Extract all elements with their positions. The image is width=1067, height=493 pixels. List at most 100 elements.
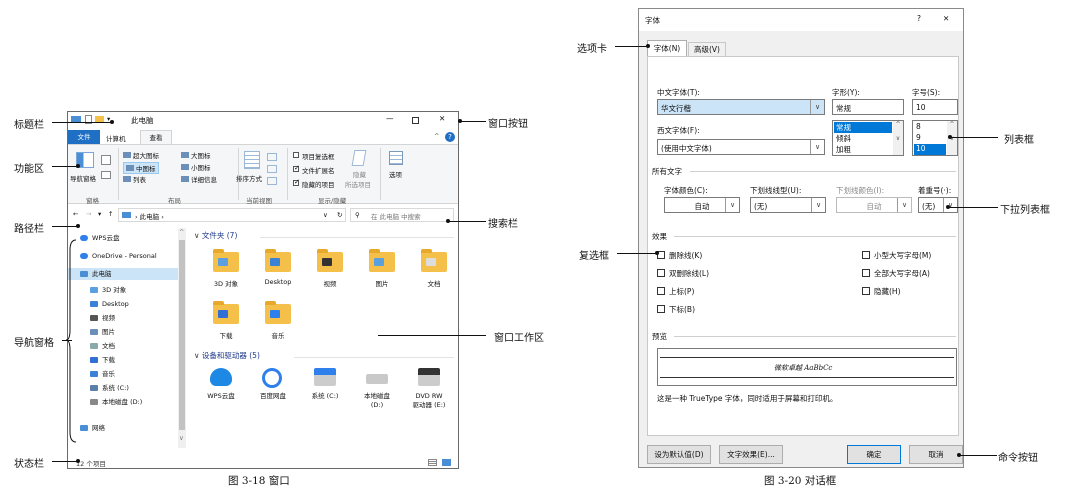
device-item[interactable]: WPS云盘 — [196, 366, 246, 422]
options-label[interactable]: 选项 — [389, 169, 402, 179]
nav-item[interactable]: 本地磁盘 (D:) — [68, 396, 178, 408]
close-button[interactable]: ✕ — [943, 14, 949, 23]
size-option[interactable]: 10 — [914, 144, 946, 155]
cancel-button[interactable]: 取消 — [909, 445, 963, 464]
folder-item[interactable]: Desktop — [256, 246, 300, 294]
west-font-select[interactable]: (使用中文字体) ∨ — [657, 139, 825, 155]
folder-item[interactable]: 视频 — [308, 246, 352, 294]
layout-list[interactable]: 列表 — [123, 174, 146, 184]
style-option[interactable]: 倾斜 — [836, 133, 851, 144]
nav-item[interactable]: Desktop — [68, 298, 178, 310]
nav-item[interactable]: 音乐 — [68, 368, 178, 380]
details-view-icon[interactable] — [428, 459, 437, 466]
recent-icon[interactable]: ▾ — [98, 210, 101, 218]
layout-details[interactable]: 详细信息 — [181, 174, 217, 184]
details-pane-icon[interactable] — [101, 171, 111, 179]
folder-item[interactable]: 下载 — [204, 298, 248, 346]
folder-item[interactable]: 图片 — [360, 246, 404, 294]
style-scrollbar[interactable]: ^ ∨ — [893, 121, 903, 155]
style-listbox[interactable]: 常规 倾斜 加粗 ^ ∨ — [832, 120, 904, 156]
forward-icon[interactable]: → — [86, 210, 91, 218]
tab-advanced[interactable]: 高级(V) — [688, 42, 726, 56]
refresh-icon[interactable]: ↻ — [337, 211, 342, 219]
collapse-ribbon-icon[interactable]: ^ — [434, 132, 439, 140]
tab-file[interactable]: 文件 — [68, 130, 100, 144]
hide-label[interactable]: 隐藏 — [353, 169, 366, 179]
effect-checkbox[interactable] — [657, 305, 665, 313]
large-icons-view-icon[interactable] — [442, 459, 451, 466]
devices-header[interactable]: ∨ 设备和驱动器 (5) — [194, 350, 260, 361]
nav-scroll-thumb[interactable] — [179, 240, 185, 430]
nav-scrollbar[interactable]: ^ ∨ — [178, 228, 186, 448]
style-option[interactable]: 常规 — [834, 122, 892, 133]
effect-checkbox[interactable] — [657, 287, 665, 295]
effect-checkbox[interactable] — [862, 287, 870, 295]
size-option[interactable]: 8 — [916, 122, 921, 131]
set-default-button[interactable]: 设为默认值(D) — [647, 445, 711, 464]
sort-icon[interactable] — [244, 151, 260, 169]
nav-item[interactable]: 下载 — [68, 354, 178, 366]
address-bar[interactable]: › 此电脑 › ∨ ↻ — [118, 208, 346, 222]
nav-pane-label[interactable]: 导航窗格 — [70, 173, 96, 183]
nav-item[interactable]: 文档 — [68, 340, 178, 352]
device-item[interactable]: 百度网盘 — [248, 366, 298, 422]
effect-checkbox[interactable] — [862, 251, 870, 259]
folders-header[interactable]: ∨ 文件夹 (7) — [194, 230, 237, 241]
breadcrumb[interactable]: › 此电脑 › — [135, 211, 164, 221]
ok-button[interactable]: 确定 — [847, 445, 901, 464]
options-icon[interactable] — [389, 151, 403, 165]
preview-pane-icon[interactable] — [101, 155, 111, 165]
style-input[interactable]: 常规 — [832, 99, 904, 115]
folder-item[interactable]: 音乐 — [256, 298, 300, 346]
tab-computer[interactable]: 计算机 — [106, 133, 126, 143]
nav-item[interactable]: 图片 — [68, 326, 178, 338]
group-by-icon[interactable] — [267, 153, 277, 161]
close-button[interactable]: ✕ — [439, 114, 445, 123]
nav-item[interactable]: 系统 (C:) — [68, 382, 178, 394]
ext-checkbox[interactable]: ✓ — [293, 164, 300, 172]
add-columns-icon[interactable] — [267, 165, 277, 173]
device-item[interactable]: DVD RW 驱动器 (E:) — [404, 366, 454, 422]
nav-item[interactable]: 视频 — [68, 312, 178, 324]
up-icon[interactable]: ↑ — [108, 210, 113, 218]
layout-xl[interactable]: 超大图标 — [123, 150, 159, 160]
size-input[interactable]: 10 — [912, 99, 958, 115]
nav-item[interactable]: 网络 — [68, 422, 178, 434]
folder-item[interactable]: 3D 对象 — [204, 246, 248, 294]
size-option[interactable]: 9 — [916, 133, 921, 142]
layout-medium[interactable]: 中图标 — [123, 162, 159, 174]
back-icon[interactable]: ← — [73, 210, 78, 218]
emph-select[interactable]: (无) ∨ — [918, 197, 958, 213]
maximize-button[interactable] — [412, 117, 419, 124]
help-button[interactable]: ? — [917, 14, 921, 23]
search-box[interactable]: ⚲ 在 此电脑 中搜索 — [350, 208, 454, 222]
tab-view[interactable]: 查看 — [140, 130, 172, 145]
nav-item[interactable]: WPS云盘 — [68, 232, 178, 244]
sort-label[interactable]: 排序方式 — [236, 173, 262, 183]
effect-checkbox[interactable] — [657, 269, 665, 277]
text-effects-button[interactable]: 文字效果(E)... — [719, 445, 783, 464]
hard-drive-icon — [366, 374, 388, 384]
device-item[interactable]: 本地磁盘 (D:) — [352, 366, 402, 422]
style-option[interactable]: 加粗 — [836, 144, 851, 155]
size-columns-icon[interactable] — [267, 177, 277, 185]
help-icon[interactable]: ? — [445, 132, 455, 142]
device-item[interactable]: 系统 (C:) — [300, 366, 350, 422]
cn-font-select[interactable]: 华文行楷 ∨ — [657, 99, 825, 115]
layout-large[interactable]: 大图标 — [181, 150, 211, 160]
address-dropdown-icon[interactable]: ∨ — [323, 211, 328, 219]
color-select[interactable]: 自动 ∨ — [664, 197, 740, 213]
hidden-checkbox[interactable]: ✓ — [293, 178, 300, 186]
tab-font[interactable]: 字体(N) — [647, 40, 687, 56]
underline-select[interactable]: (无) ∨ — [750, 197, 826, 213]
nav-item[interactable]: 3D 对象 — [68, 284, 178, 296]
nav-item[interactable]: 此电脑 — [68, 268, 178, 280]
item-checkbox[interactable] — [293, 152, 299, 158]
ucolor-select[interactable]: 自动 ∨ — [836, 197, 912, 213]
effect-checkbox[interactable] — [862, 269, 870, 277]
minimize-button[interactable]: — — [386, 114, 394, 123]
hide-icon[interactable] — [351, 150, 367, 166]
folder-item[interactable]: 文档 — [412, 246, 456, 294]
layout-small[interactable]: 小图标 — [181, 162, 211, 172]
nav-item[interactable]: OneDrive - Personal — [68, 250, 178, 262]
